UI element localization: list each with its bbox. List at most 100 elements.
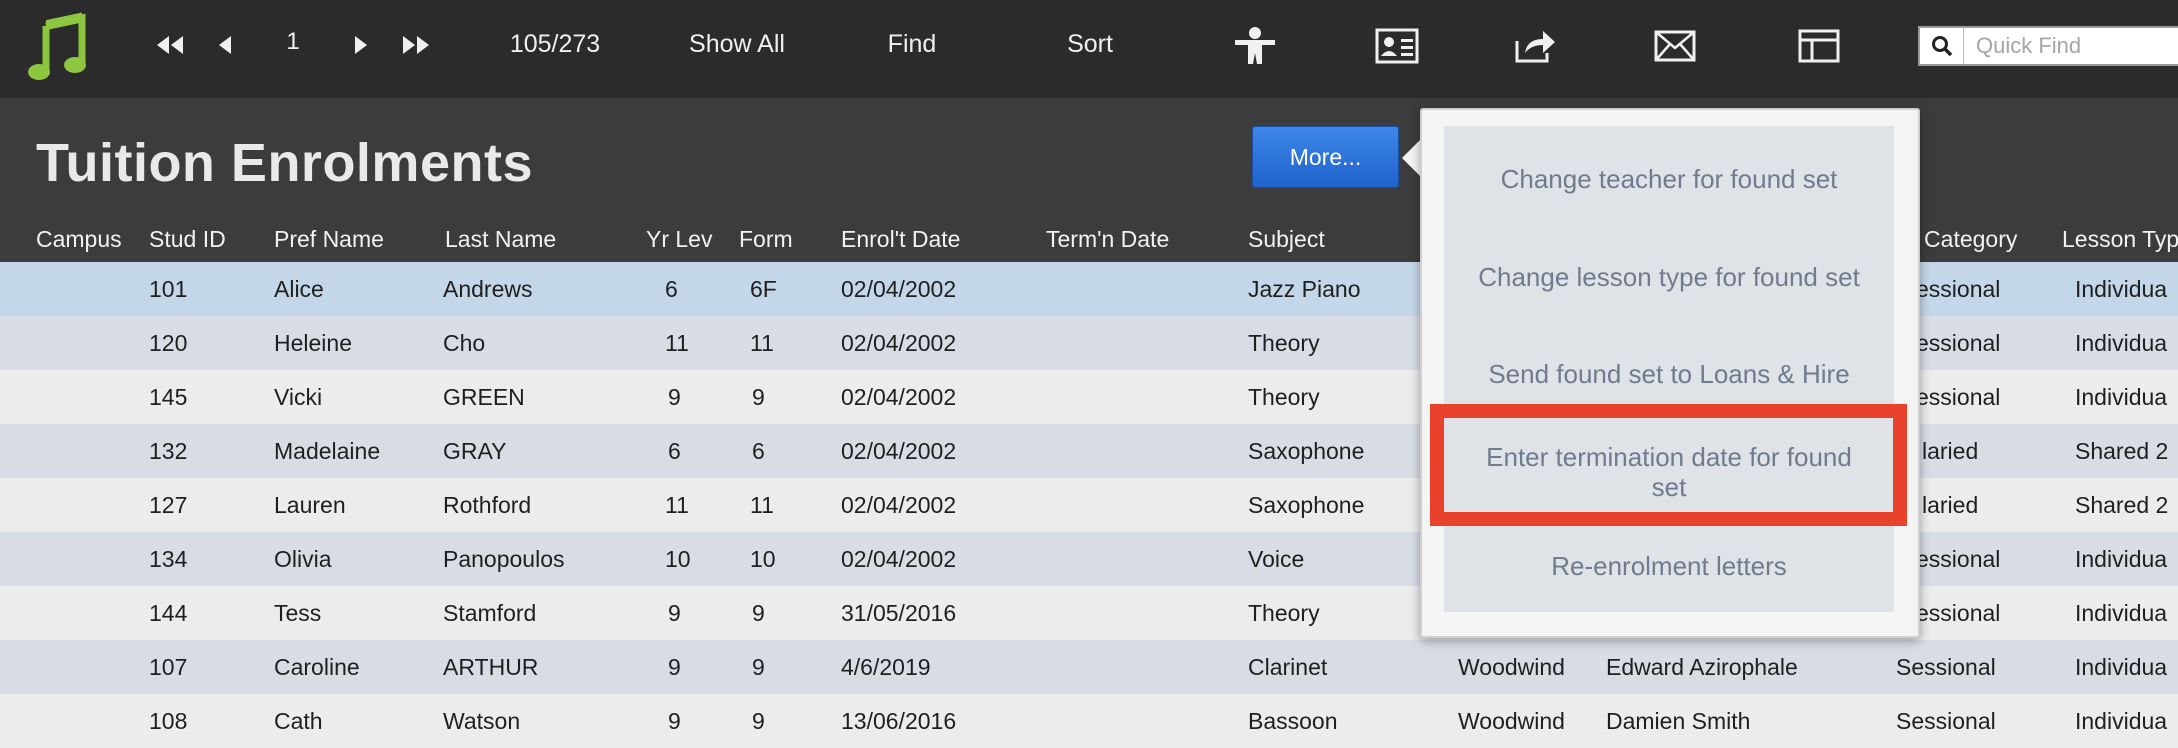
- cell-subject[interactable]: Theory: [1248, 330, 1320, 357]
- cell-enrol-date[interactable]: 02/04/2002: [841, 384, 956, 411]
- cell-lesson-type[interactable]: Individua: [2075, 330, 2167, 357]
- cell-form[interactable]: 6F: [750, 276, 777, 303]
- cell-lesson-type[interactable]: Individua: [2075, 546, 2167, 573]
- share-export-icon[interactable]: [1510, 24, 1560, 68]
- last-record-icon[interactable]: [398, 28, 434, 62]
- cell-category[interactable]: laried: [1922, 438, 1978, 465]
- more-button[interactable]: More...: [1252, 126, 1399, 188]
- cell-form[interactable]: 9: [752, 384, 765, 411]
- search-icon[interactable]: [1920, 28, 1964, 64]
- cell-stud-id[interactable]: 144: [149, 600, 187, 627]
- cell-enrol-date[interactable]: 02/04/2002: [841, 438, 956, 465]
- previous-record-icon[interactable]: [210, 28, 240, 62]
- cell-form[interactable]: 11: [750, 492, 774, 519]
- cell-yr-lev[interactable]: 9: [668, 708, 681, 735]
- cell-department[interactable]: Woodwind: [1458, 708, 1565, 735]
- cell-yr-lev[interactable]: 9: [668, 384, 681, 411]
- cell-pref-name[interactable]: Heleine: [274, 330, 352, 357]
- cell-enrol-date[interactable]: 02/04/2002: [841, 276, 956, 303]
- cell-subject[interactable]: Saxophone: [1248, 438, 1364, 465]
- cell-lesson-type[interactable]: Individua: [2075, 384, 2167, 411]
- music-note-icon[interactable]: [28, 12, 90, 82]
- cell-subject[interactable]: Saxophone: [1248, 492, 1364, 519]
- menu-item-re-enrolment-letters[interactable]: Re-enrolment letters: [1444, 551, 1894, 581]
- cell-yr-lev[interactable]: 9: [668, 600, 681, 627]
- cell-pref-name[interactable]: Vicki: [274, 384, 322, 411]
- cell-teacher[interactable]: Edward Azirophale: [1606, 654, 1798, 681]
- cell-category[interactable]: Sessional: [1896, 654, 1996, 681]
- cell-category[interactable]: essional: [1916, 330, 2000, 357]
- menu-item-change-teacher[interactable]: Change teacher for found set: [1444, 164, 1894, 194]
- column-header-category[interactable]: r Category: [1910, 226, 2017, 253]
- cell-lesson-type[interactable]: Individua: [2075, 276, 2167, 303]
- cell-teacher[interactable]: Damien Smith: [1606, 708, 1750, 735]
- cell-lesson-type[interactable]: Shared 2: [2075, 492, 2168, 519]
- cell-stud-id[interactable]: 134: [149, 546, 187, 573]
- quick-find-input[interactable]: [1964, 32, 2178, 60]
- cell-yr-lev[interactable]: 6: [668, 438, 681, 465]
- cell-last-name[interactable]: Cho: [443, 330, 485, 357]
- cell-yr-lev[interactable]: 11: [665, 492, 689, 519]
- cell-category[interactable]: laried: [1922, 492, 1978, 519]
- find-button[interactable]: Find: [862, 26, 962, 62]
- cell-last-name[interactable]: GREEN: [443, 384, 525, 411]
- cell-stud-id[interactable]: 107: [149, 654, 187, 681]
- column-header-subject[interactable]: Subject: [1248, 226, 1325, 253]
- menu-item-change-lesson-type[interactable]: Change lesson type for found set: [1444, 262, 1894, 292]
- cell-last-name[interactable]: Rothford: [443, 492, 531, 519]
- cell-stud-id[interactable]: 145: [149, 384, 187, 411]
- column-header-lesson-type[interactable]: Lesson Typ: [2062, 226, 2178, 253]
- cell-lesson-type[interactable]: Shared 2: [2075, 438, 2168, 465]
- cell-pref-name[interactable]: Olivia: [274, 546, 332, 573]
- column-header-campus[interactable]: Campus: [36, 226, 122, 253]
- cell-yr-lev[interactable]: 10: [665, 546, 691, 573]
- quick-find-field[interactable]: [1918, 26, 2178, 66]
- cell-pref-name[interactable]: Alice: [274, 276, 324, 303]
- cell-pref-name[interactable]: Cath: [274, 708, 323, 735]
- cell-enrol-date[interactable]: 31/05/2016: [841, 600, 956, 627]
- next-record-icon[interactable]: [346, 28, 376, 62]
- cell-enrol-date[interactable]: 02/04/2002: [841, 492, 956, 519]
- cell-last-name[interactable]: Stamford: [443, 600, 536, 627]
- cell-stud-id[interactable]: 120: [149, 330, 187, 357]
- cell-last-name[interactable]: Andrews: [443, 276, 532, 303]
- column-header-pref-name[interactable]: Pref Name: [274, 226, 384, 253]
- record-number[interactable]: 1: [278, 24, 308, 60]
- cell-last-name[interactable]: GRAY: [443, 438, 506, 465]
- column-header-last-name[interactable]: Last Name: [445, 226, 556, 253]
- column-header-stud-id[interactable]: Stud ID: [149, 226, 226, 253]
- cell-last-name[interactable]: Watson: [443, 708, 520, 735]
- cell-form[interactable]: 10: [750, 546, 776, 573]
- cell-pref-name[interactable]: Madelaine: [274, 438, 380, 465]
- cell-stud-id[interactable]: 108: [149, 708, 187, 735]
- cell-stud-id[interactable]: 127: [149, 492, 187, 519]
- cell-last-name[interactable]: Panopoulos: [443, 546, 565, 573]
- menu-item-send-to-loans-hire[interactable]: Send found set to Loans & Hire: [1444, 359, 1894, 389]
- cell-stud-id[interactable]: 101: [149, 276, 187, 303]
- cell-form[interactable]: 9: [752, 600, 765, 627]
- column-header-enrol-date[interactable]: Enrol't Date: [841, 226, 960, 253]
- cell-form[interactable]: 6: [752, 438, 765, 465]
- sort-button[interactable]: Sort: [1040, 26, 1140, 62]
- cell-category[interactable]: essional: [1916, 546, 2000, 573]
- cell-form[interactable]: 11: [750, 330, 774, 357]
- cell-category[interactable]: Sessional: [1896, 708, 1996, 735]
- cell-category[interactable]: essional: [1916, 600, 2000, 627]
- cell-lesson-type[interactable]: Individua: [2075, 600, 2167, 627]
- cell-subject[interactable]: Theory: [1248, 384, 1320, 411]
- first-record-icon[interactable]: [152, 28, 188, 62]
- cell-enrol-date[interactable]: 02/04/2002: [841, 546, 956, 573]
- cell-enrol-date[interactable]: 02/04/2002: [841, 330, 956, 357]
- cell-pref-name[interactable]: Caroline: [274, 654, 360, 681]
- cell-pref-name[interactable]: Tess: [274, 600, 321, 627]
- column-header-form[interactable]: Form: [739, 226, 793, 253]
- cell-subject[interactable]: Clarinet: [1248, 654, 1327, 681]
- cell-stud-id[interactable]: 132: [149, 438, 187, 465]
- cell-department[interactable]: Woodwind: [1458, 654, 1565, 681]
- cell-enrol-date[interactable]: 13/06/2016: [841, 708, 956, 735]
- table-row[interactable]: 107 Caroline ARTHUR 9 9 4/6/2019 Clarine…: [0, 640, 2178, 694]
- column-header-term-date[interactable]: Term'n Date: [1046, 226, 1169, 253]
- mail-icon[interactable]: [1650, 24, 1700, 68]
- layout-icon[interactable]: [1794, 24, 1844, 68]
- contact-card-icon[interactable]: [1372, 24, 1422, 68]
